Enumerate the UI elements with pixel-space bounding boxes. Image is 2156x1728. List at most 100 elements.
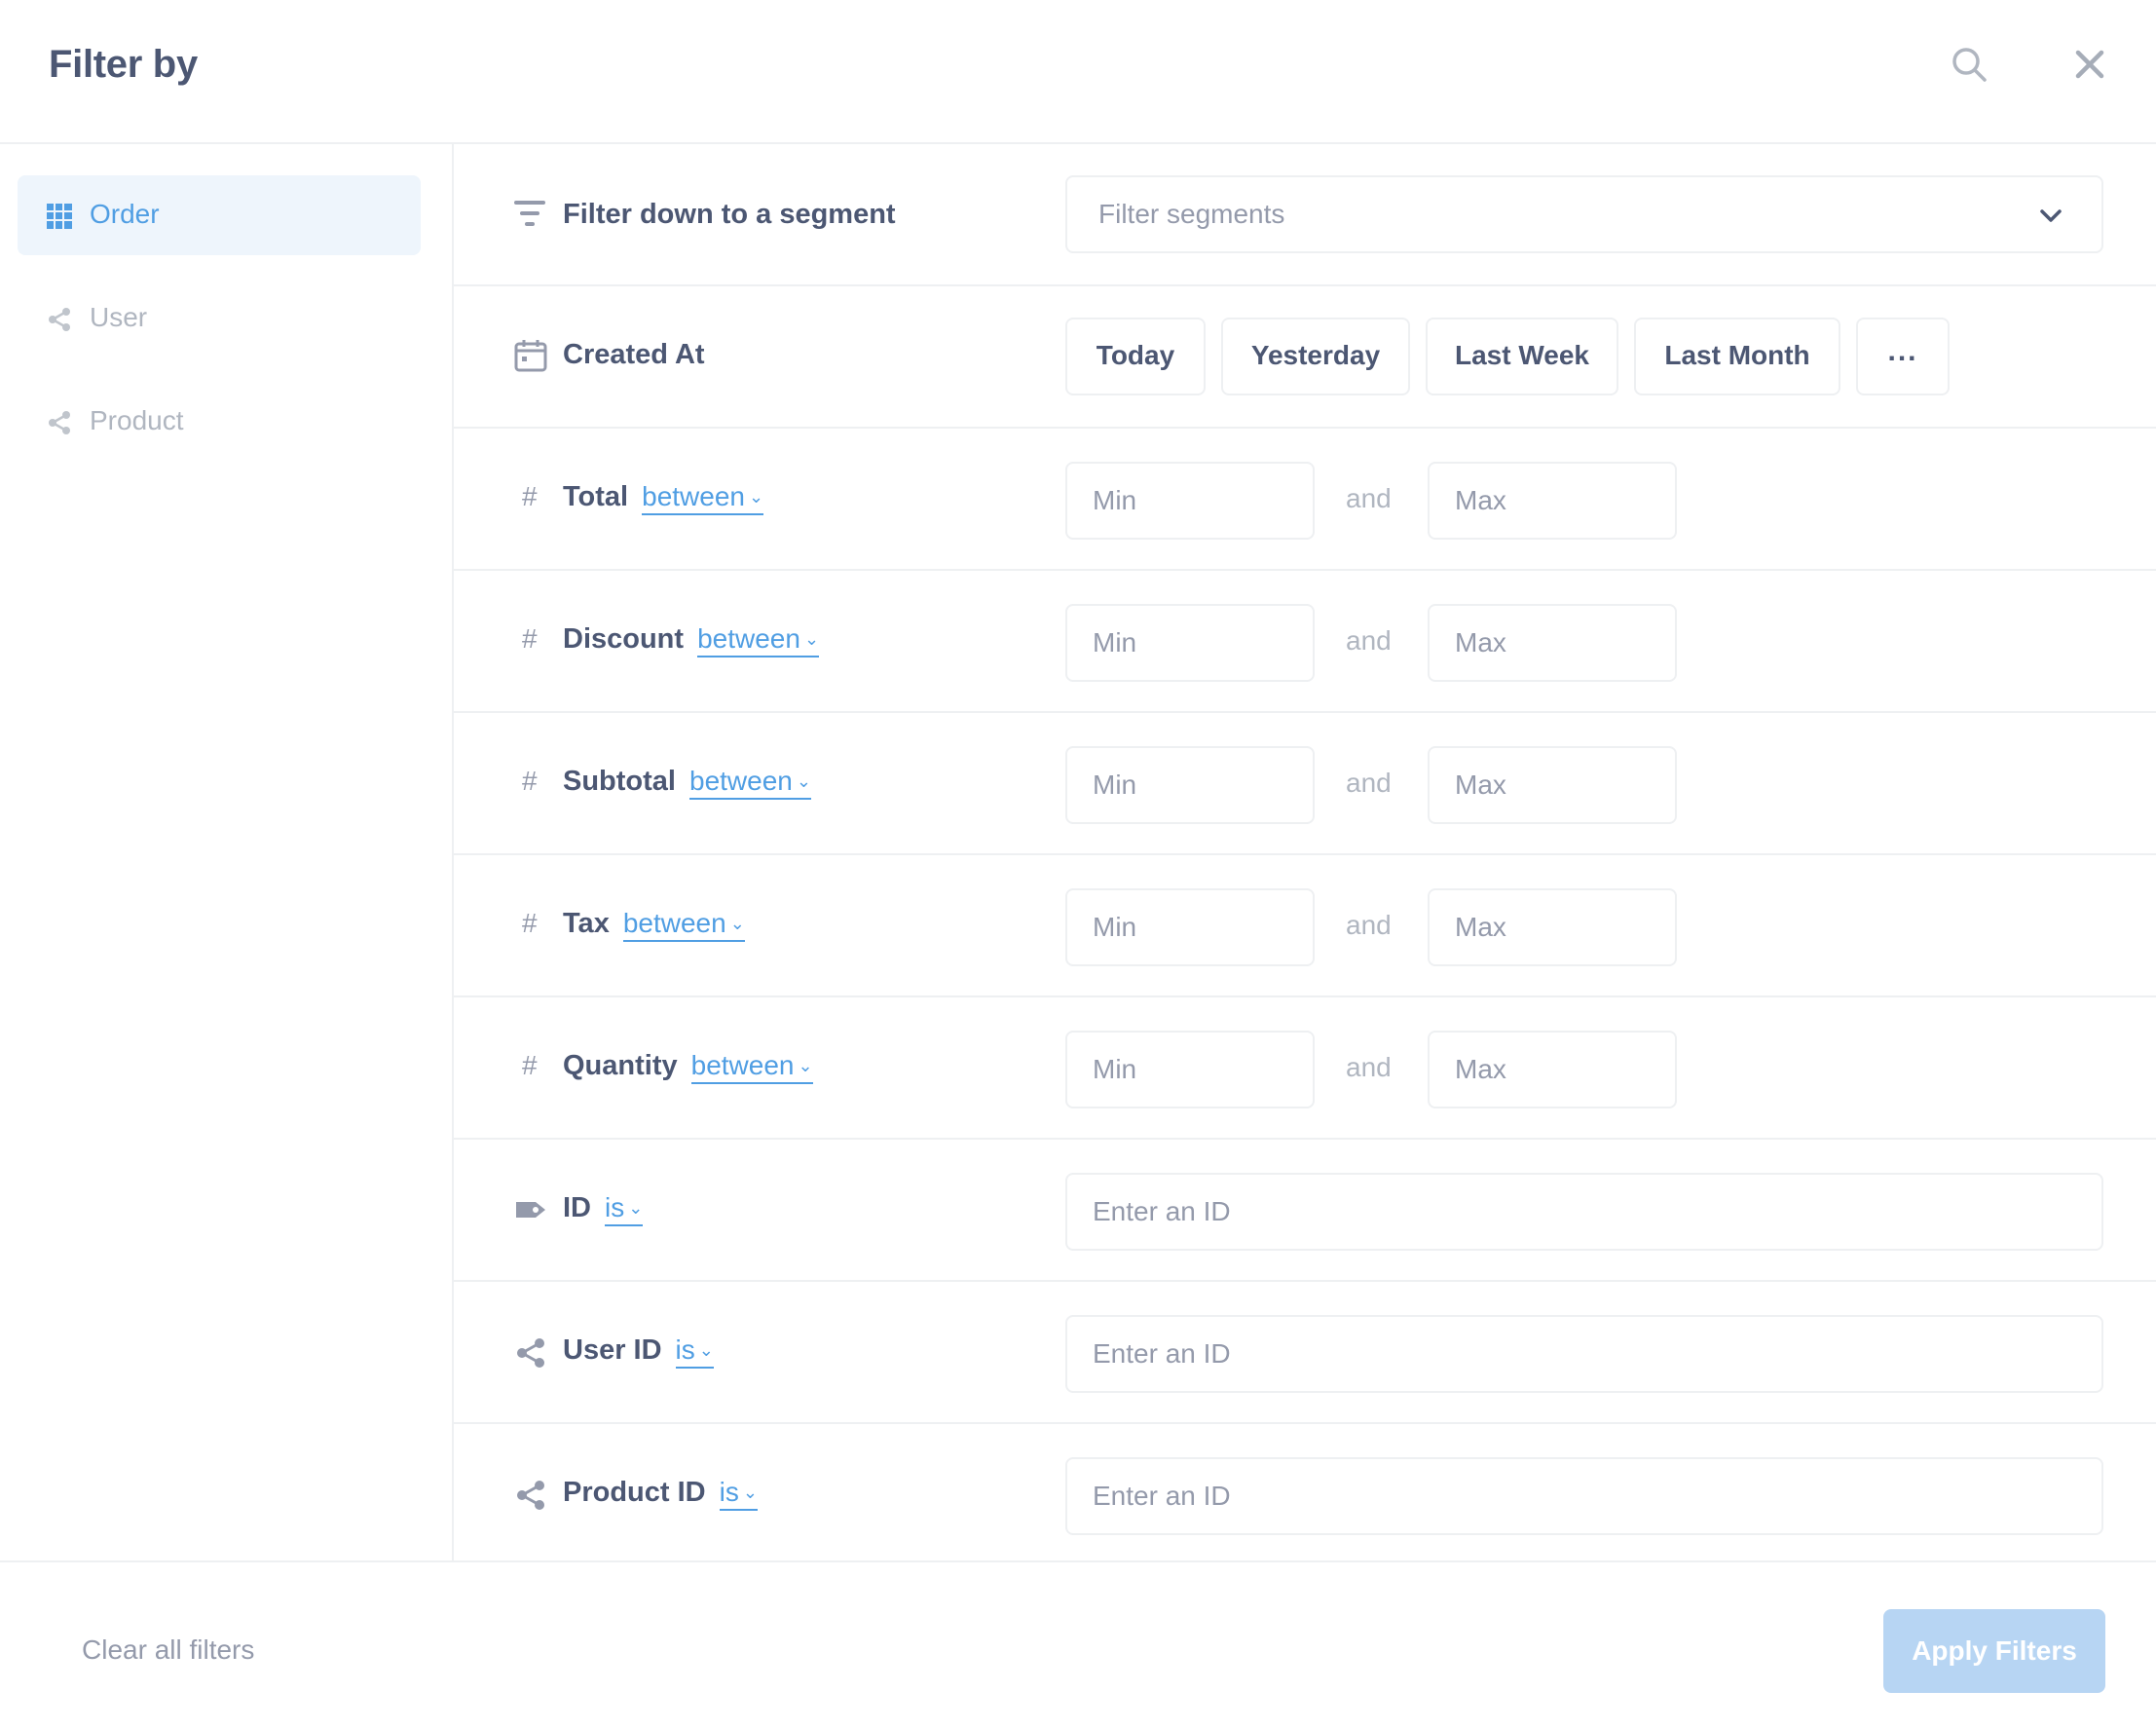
sidebar-item-user[interactable]: User (18, 279, 421, 358)
and-separator: and (1346, 910, 1392, 940)
calendar-icon (514, 340, 547, 372)
number-field-icon: # (522, 1050, 538, 1080)
clear-all-filters-button[interactable]: Clear all filters (82, 1634, 254, 1666)
operator-select[interactable]: between ⌄ (690, 1050, 813, 1084)
user-id-filter-row: User ID is ⌄ (454, 1282, 2156, 1424)
filter-icon (514, 201, 545, 226)
chevron-down-icon: ⌄ (796, 771, 811, 791)
id-filter-row: ID is ⌄ (454, 1140, 2156, 1282)
min-input[interactable] (1065, 1031, 1315, 1108)
operator-label: between (690, 1050, 795, 1080)
user-id-filter-label-group: User ID is ⌄ (563, 1334, 714, 1369)
user-id-input[interactable] (1065, 1315, 2103, 1393)
sidebar-item-label: Product (90, 405, 184, 435)
min-input[interactable] (1065, 462, 1315, 540)
number-field-icon: # (522, 623, 538, 654)
operator-label: is (719, 1477, 739, 1507)
discount-filter-label-group: Discount between ⌄ (563, 623, 820, 657)
and-separator: and (1346, 768, 1392, 798)
segment-select-placeholder: Filter segments (1098, 199, 1285, 229)
max-input[interactable] (1428, 746, 1677, 824)
modal-footer: Clear all filters Apply Filters (0, 1560, 2156, 1728)
operator-label: between (622, 908, 726, 938)
operator-select[interactable]: between ⌄ (622, 908, 745, 942)
close-icon[interactable] (2070, 45, 2109, 84)
field-label: Tax (563, 908, 610, 939)
tag-icon (516, 1202, 545, 1218)
field-label: Product ID (563, 1477, 706, 1508)
filter-modal: Filter by Order User Product Filter down… (0, 0, 2156, 1728)
total-filter-row: # Total between⌄ and (454, 429, 2156, 571)
field-label: Quantity (563, 1050, 678, 1081)
product-id-filter-row: Product ID is ⌄ (454, 1424, 2156, 1560)
field-label: Discount (563, 623, 685, 655)
number-field-icon: # (522, 908, 538, 938)
sidebar-item-order[interactable]: Order (18, 175, 421, 255)
number-field-icon: # (522, 766, 538, 796)
modal-header: Filter by (0, 0, 2156, 144)
min-input[interactable] (1065, 888, 1315, 966)
operator-select[interactable]: is ⌄ (675, 1334, 714, 1369)
quantity-filter-row: # Quantity between⌄ and (454, 997, 2156, 1140)
field-label: ID (563, 1192, 591, 1223)
max-input[interactable] (1428, 604, 1677, 682)
apply-filters-button[interactable]: Apply Filters (1883, 1609, 2105, 1693)
chevron-down-icon: ⌄ (803, 629, 820, 649)
min-input[interactable] (1065, 604, 1315, 682)
tax-filter-label-group: Tax between ⌄ (563, 908, 745, 942)
operator-label: between (689, 766, 793, 796)
connection-icon (49, 308, 70, 331)
field-label: Total (563, 481, 629, 512)
sidebar-item-label: Order (90, 199, 160, 229)
operator-label: between (697, 623, 800, 654)
id-input[interactable] (1065, 1173, 2103, 1251)
chevron-down-icon: ⌄ (729, 914, 745, 933)
operator-select[interactable]: is ⌄ (719, 1477, 758, 1511)
max-input[interactable] (1428, 462, 1677, 540)
filter-list: Filter down to a segment Filter segments… (454, 144, 2156, 1560)
segment-filter-label: Filter down to a segment (563, 199, 896, 230)
max-input[interactable] (1428, 1031, 1677, 1108)
date-shortcut-yesterday[interactable]: Yesterday (1221, 318, 1410, 395)
chevron-down-icon: ⌄ (798, 1056, 813, 1075)
created-at-label: Created At (563, 339, 705, 370)
operator-select[interactable]: between ⌄ (642, 481, 764, 515)
and-separator: and (1346, 625, 1392, 656)
table-grid-icon (47, 204, 72, 229)
operator-select[interactable]: between ⌄ (689, 766, 811, 800)
field-label: Subtotal (563, 766, 676, 797)
sidebar-item-product[interactable]: Product (18, 382, 421, 462)
field-label: User ID (563, 1334, 662, 1366)
more-date-options-button[interactable]: ... (1856, 318, 1950, 395)
connection-icon (49, 411, 70, 434)
discount-filter-row: # Discount between⌄ and (454, 571, 2156, 713)
product-id-input[interactable] (1065, 1457, 2103, 1535)
date-shortcut-last-week[interactable]: Last Week (1426, 318, 1618, 395)
chevron-down-icon: ⌄ (698, 1340, 714, 1360)
table-sidebar: Order User Product (0, 144, 454, 1560)
connection-icon (517, 1338, 544, 1368)
subtotal-filter-row: # Subtotal between⌄ and (454, 713, 2156, 855)
number-field-icon: # (522, 481, 538, 511)
max-input[interactable] (1428, 888, 1677, 966)
operator-select[interactable]: is ⌄ (605, 1192, 644, 1226)
modal-title: Filter by (49, 43, 198, 86)
chevron-down-icon: ⌄ (749, 487, 764, 507)
chevron-down-icon: ⌄ (628, 1198, 644, 1218)
and-separator: and (1346, 483, 1392, 513)
search-icon[interactable] (1950, 45, 1989, 84)
created-at-filter-row: Created At Today Yesterday Last Week Las… (454, 286, 2156, 429)
and-separator: and (1346, 1052, 1392, 1082)
chevron-down-icon (2040, 209, 2062, 222)
subtotal-filter-label-group: Subtotal between ⌄ (563, 766, 811, 800)
operator-label: is (605, 1192, 625, 1222)
date-shortcut-today[interactable]: Today (1065, 318, 1206, 395)
min-input[interactable] (1065, 746, 1315, 824)
date-shortcut-last-month[interactable]: Last Month (1634, 318, 1840, 395)
tax-filter-row: # Tax between⌄ and (454, 855, 2156, 997)
operator-select[interactable]: between ⌄ (697, 623, 820, 657)
total-filter-label-group: Total between ⌄ (563, 481, 764, 515)
product-id-filter-label-group: Product ID is ⌄ (563, 1477, 758, 1511)
segment-filter-row: Filter down to a segment Filter segments (454, 144, 2156, 286)
segment-select[interactable]: Filter segments (1065, 175, 2103, 253)
